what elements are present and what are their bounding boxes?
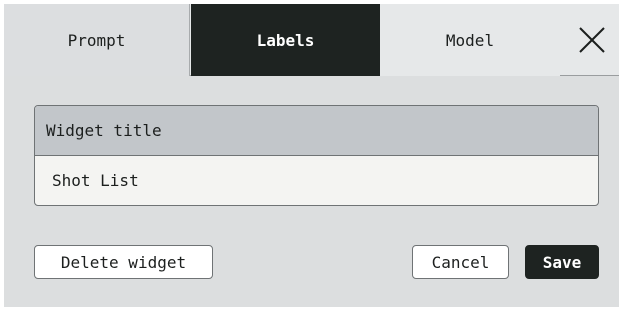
cancel-button[interactable]: Cancel <box>412 245 509 279</box>
widget-title-input[interactable] <box>35 156 598 204</box>
close-icon <box>579 27 605 53</box>
delete-widget-button[interactable]: Delete widget <box>34 245 213 279</box>
save-button[interactable]: Save <box>525 245 599 279</box>
widget-settings-panel: Prompt Labels Model Widget title Delete … <box>4 4 619 307</box>
close-button[interactable] <box>576 24 608 56</box>
tab-bar: Prompt Labels Model <box>4 4 619 76</box>
widget-title-label: Widget title <box>35 106 598 156</box>
tab-prompt[interactable]: Prompt <box>4 4 190 76</box>
tab-model[interactable]: Model <box>380 4 560 76</box>
tab-labels[interactable]: Labels <box>191 4 380 76</box>
widget-title-field: Widget title <box>34 105 599 206</box>
